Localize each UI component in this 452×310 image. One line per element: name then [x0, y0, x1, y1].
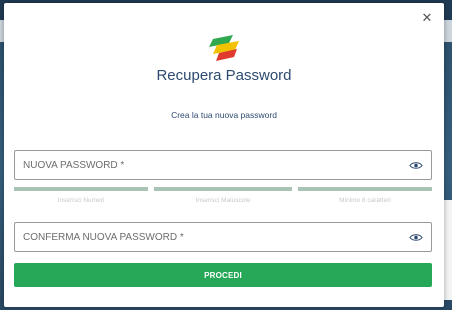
new-password-field [14, 150, 432, 180]
brand-logo [209, 35, 239, 61]
strength-bar-uppercase [154, 187, 292, 191]
eye-icon[interactable] [409, 233, 423, 242]
new-password-input[interactable] [15, 151, 403, 179]
password-recovery-dialog: ✕ Recupera Password Crea la tua nuova pa… [4, 3, 444, 307]
dialog-title: Recupera Password [156, 67, 292, 84]
strength-label-length: Minimo 8 caratteri [339, 197, 391, 204]
strength-bar-length [298, 187, 432, 191]
dialog-subtitle: Crea la tua nuova password [171, 110, 277, 120]
strength-label-numbers: Inserisci Numeri [57, 197, 105, 204]
confirm-password-field [14, 222, 432, 252]
close-icon[interactable]: ✕ [420, 11, 434, 25]
strength-label-uppercase: Inserisci Maiuscole [195, 197, 251, 204]
password-strength-indicator: Inserisci Numeri Inserisci Maiuscole Min… [14, 187, 432, 207]
strength-bar-numbers [14, 187, 148, 191]
eye-icon[interactable] [409, 161, 423, 170]
confirm-password-input[interactable] [15, 223, 403, 251]
proceed-button[interactable]: PROCEDI [14, 263, 432, 287]
